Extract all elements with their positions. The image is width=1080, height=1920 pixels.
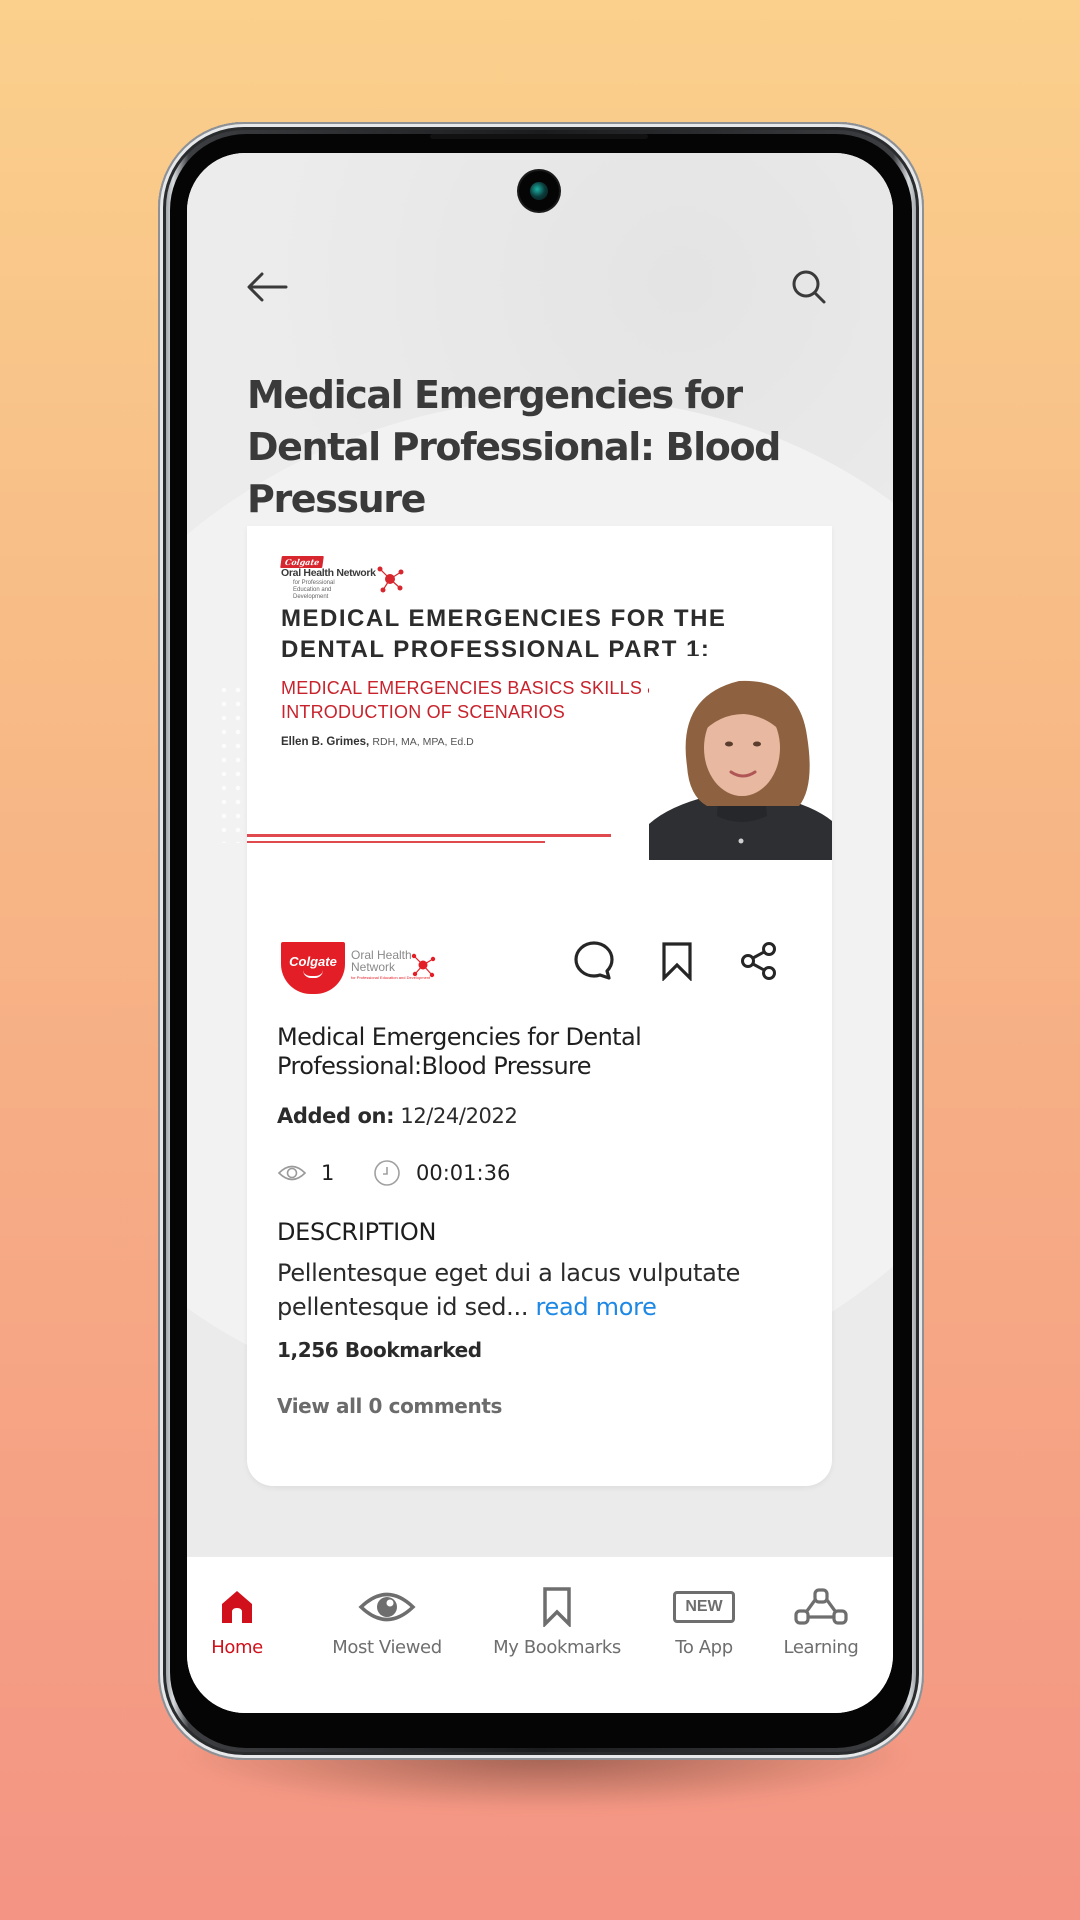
clock-icon [373, 1158, 405, 1188]
brand-logo: Colgate Oral Health Network for Professi… [281, 942, 441, 996]
arrow-left-icon [247, 272, 288, 302]
colgate-wordmark: Colgate [289, 954, 337, 969]
author-credentials: RDH, MA, MPA, Ed.D [372, 736, 474, 748]
share-button[interactable] [734, 936, 784, 986]
phone-speaker [430, 134, 648, 139]
nav-my-bookmarks[interactable]: My Bookmarks [472, 1585, 642, 1658]
molecule-icon [411, 953, 436, 978]
added-on: Added on: 12/24/2022 [277, 1104, 518, 1128]
network-nodes-icon [794, 1588, 848, 1625]
description-text: Pellentesque eget dui a lacus vulputate … [277, 1256, 797, 1324]
added-on-date: 12/24/2022 [400, 1104, 518, 1128]
thumbnail-logo-name: Oral Health Network [281, 567, 376, 579]
new-badge-text: NEW [673, 1591, 735, 1623]
new-badge-icon: NEW [673, 1585, 735, 1629]
comment-icon [574, 941, 614, 980]
nav-learning[interactable]: Learning [767, 1585, 875, 1658]
thumbnail-author: Ellen B. Grimes, RDH, MA, MPA, Ed.D [281, 736, 474, 748]
presenter-portrait [649, 656, 832, 860]
thumbnail-rule-1 [247, 834, 611, 837]
nav-my-bookmarks-label: My Bookmarks [493, 1637, 621, 1658]
description-heading: DESCRIPTION [277, 1218, 437, 1246]
eye-icon [277, 1158, 309, 1188]
actions-row: Colgate Oral Health Network for Professi… [247, 926, 832, 1006]
content-title: Medical Emergencies for Dental Professio… [277, 1023, 642, 1080]
thumbnail-subheading: MEDICAL EMERGENCIES BASICS SKILLS & INTR… [281, 678, 660, 722]
nav-learning-label: Learning [783, 1637, 859, 1658]
home-icon [222, 1591, 252, 1623]
video-thumbnail[interactable]: Colgate Oral Health Network for Professi… [247, 526, 832, 860]
nav-most-viewed[interactable]: Most Viewed [312, 1585, 462, 1658]
nav-to-app[interactable]: NEW To App [639, 1585, 769, 1658]
search-button[interactable] [787, 265, 831, 309]
page-title: Medical Emergencies for Dental Professio… [247, 373, 781, 521]
colgate-smile [303, 970, 323, 978]
view-count: 1 [321, 1161, 335, 1185]
bookmark-icon [543, 1587, 571, 1627]
back-button[interactable] [245, 265, 289, 309]
front-camera [519, 171, 559, 211]
view-comments-link[interactable]: View all 0 comments [277, 1394, 502, 1418]
thumbnail-rule-2 [247, 841, 545, 843]
nav-home-label: Home [211, 1637, 263, 1658]
app-screen: Medical Emergencies for Dental Professio… [187, 153, 893, 1713]
read-more-link[interactable]: read more [536, 1293, 657, 1321]
search-icon [792, 270, 826, 304]
eye-icon [358, 1592, 416, 1622]
thumbnail-logo: Colgate Oral Health Network for Professi… [280, 556, 404, 600]
bookmark-icon [662, 942, 692, 981]
author-name: Ellen B. Grimes, [281, 736, 370, 748]
bookmark-button[interactable] [652, 936, 702, 986]
share-icon [741, 942, 776, 980]
content-card: Colgate Oral Health Network for Professi… [247, 526, 832, 1486]
comment-button[interactable] [569, 936, 619, 986]
nav-home[interactable]: Home [207, 1585, 267, 1658]
colgate-shield-logo: Colgate [281, 942, 345, 994]
stats-row: 1 00:01:36 [277, 1158, 510, 1188]
thumbnail-logo-sub: for Professional Education and Developme… [293, 580, 335, 600]
added-on-label: Added on: [277, 1104, 395, 1128]
bottom-navigation: Home Most Viewed My Bookmarks NEW To App… [187, 1556, 893, 1713]
nav-most-viewed-label: Most Viewed [332, 1637, 442, 1658]
molecule-icon [377, 566, 404, 593]
bookmark-count: 1,256 Bookmarked [277, 1338, 482, 1362]
duration: 00:01:36 [416, 1161, 511, 1185]
description-body: Pellentesque eget dui a lacus vulputate … [277, 1259, 741, 1321]
nav-to-app-label: To App [675, 1637, 733, 1658]
